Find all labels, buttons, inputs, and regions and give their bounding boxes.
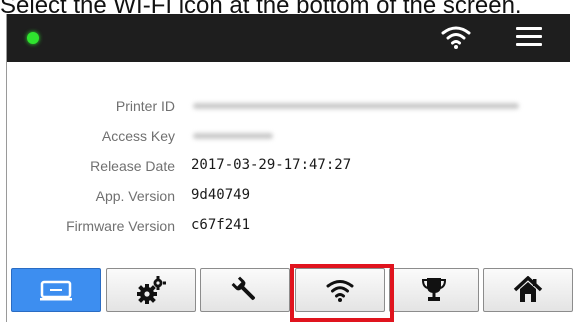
redacted-value — [193, 103, 519, 109]
status-bar — [7, 14, 570, 62]
tab-settings[interactable] — [106, 268, 196, 312]
tab-home[interactable] — [483, 268, 573, 312]
printer-info-panel: Printer ID Access Key Release Date 2017-… — [7, 62, 570, 262]
status-led-icon — [27, 32, 39, 44]
printer-screen: Printer ID Access Key Release Date 2017-… — [6, 14, 573, 322]
tab-achievements[interactable] — [389, 268, 479, 312]
info-value: c67f241 — [191, 217, 251, 233]
tab-tools[interactable] — [200, 268, 290, 312]
info-label: Access Key — [101, 128, 175, 144]
info-value: 9d40749 — [191, 187, 251, 203]
wifi-icon[interactable] — [441, 24, 471, 50]
info-row-access-key: Access Key — [7, 122, 570, 150]
redacted-value — [193, 133, 273, 139]
info-value: 2017-03-29-17:47:27 — [191, 157, 352, 173]
tab-printer[interactable] — [11, 268, 101, 312]
trophy-icon — [421, 278, 447, 301]
home-icon — [513, 276, 543, 302]
info-row-printer-id: Printer ID — [7, 92, 570, 120]
info-row-firmware-version: Firmware Version c67f241 — [7, 212, 570, 240]
info-row-app-version: App. Version 9d40749 — [7, 182, 570, 210]
wifi-tab-highlight — [290, 264, 394, 322]
info-label: App. Version — [95, 188, 175, 204]
wrench-icon — [231, 276, 255, 300]
info-row-release-date: Release Date 2017-03-29-17:47:27 — [7, 152, 570, 180]
info-label: Release Date — [90, 158, 175, 174]
menu-icon[interactable] — [516, 26, 542, 48]
info-label: Printer ID — [115, 98, 175, 114]
gears-icon — [137, 276, 166, 304]
printer-icon — [40, 280, 72, 301]
info-label: Firmware Version — [66, 218, 175, 234]
bottom-tab-bar — [7, 264, 573, 322]
